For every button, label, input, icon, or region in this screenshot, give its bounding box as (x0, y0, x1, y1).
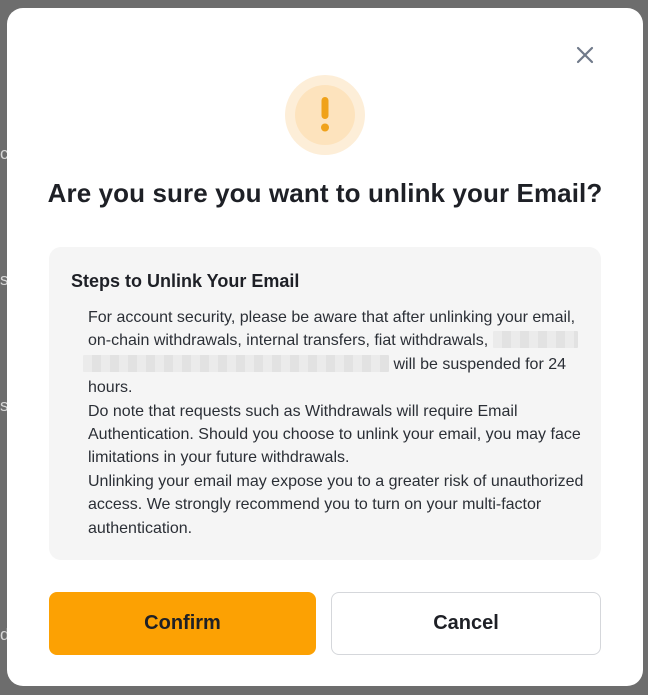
steps-text: will be suspended for 24 (393, 355, 567, 373)
dialog-title: Are you sure you want to unlink your Ema… (47, 178, 603, 208)
confirm-button[interactable]: Confirm (49, 592, 316, 655)
steps-text-line: For account security, please be aware th… (88, 309, 576, 326)
redacted-text (83, 354, 389, 372)
steps-paragraph: Do note that requests such as Withdrawal… (88, 402, 581, 467)
close-icon (576, 46, 594, 64)
close-button[interactable] (573, 43, 597, 67)
steps-panel: Steps to Unlink Your Email For account s… (49, 247, 601, 560)
exclamation-icon (321, 97, 329, 132)
steps-paragraph: Unlinking your email may expose you to a… (88, 472, 584, 537)
steps-text: on-chain withdrawals, internal transfers… (88, 332, 489, 350)
steps-text-line: hours. (88, 379, 133, 397)
steps-text-line: on-chain withdrawals, internal transfers… (88, 329, 588, 352)
steps-heading: Steps to Unlink Your Email (71, 271, 300, 291)
steps-body: For account security, please be aware th… (83, 306, 588, 540)
cancel-button[interactable]: Cancel (331, 592, 601, 655)
alert-badge (285, 75, 365, 155)
steps-text-line: will be suspended for 24 (83, 353, 588, 376)
redacted-text (492, 331, 578, 349)
unlink-email-dialog: Are you sure you want to unlink your Ema… (7, 8, 643, 686)
